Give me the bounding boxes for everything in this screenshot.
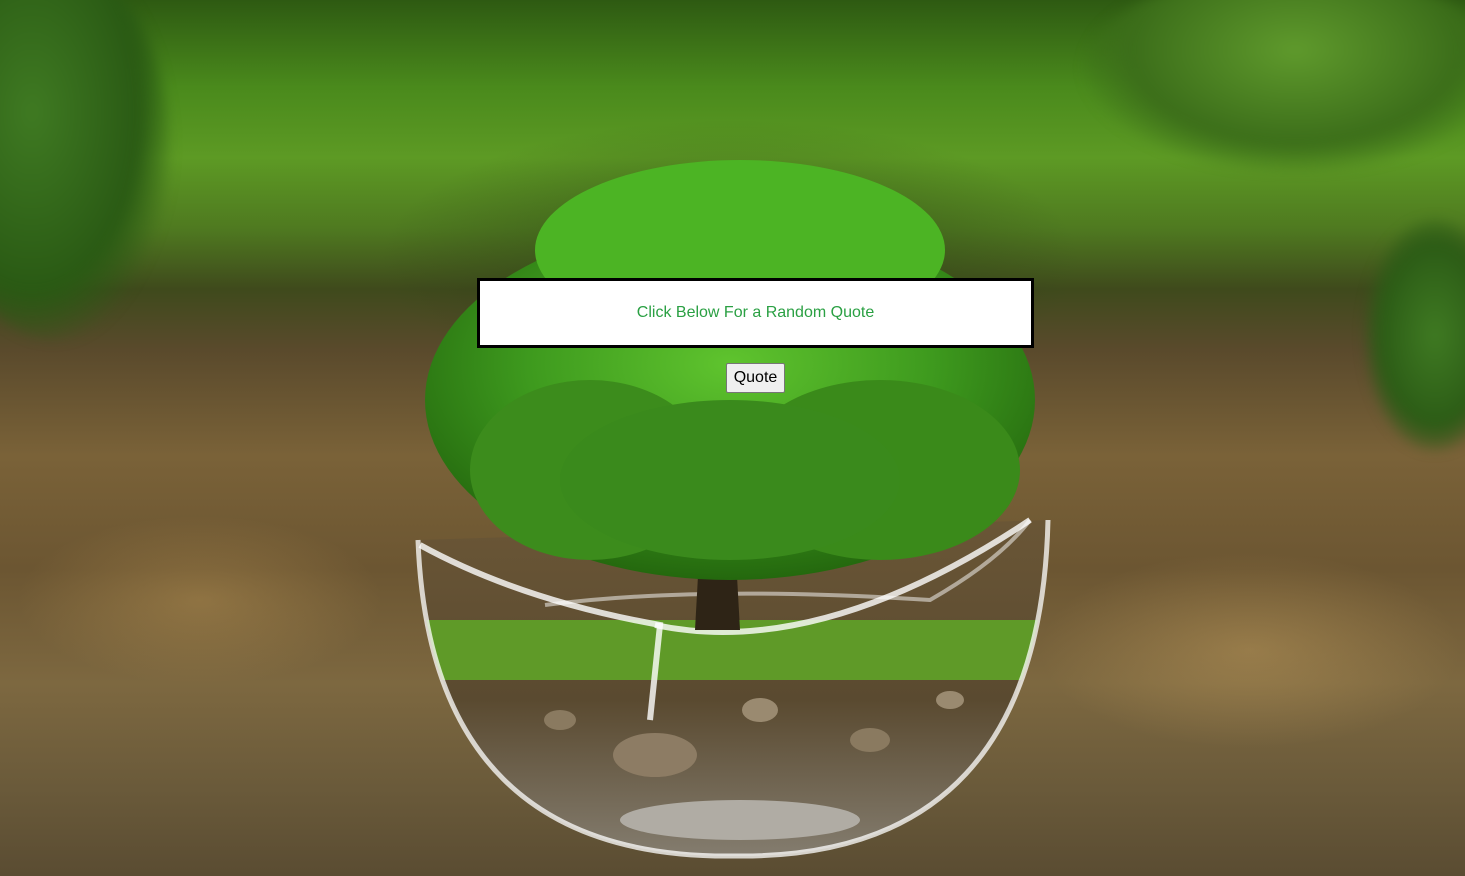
quote-text: Click Below For a Random Quote xyxy=(636,304,875,321)
tree-in-glass-sphere-image xyxy=(415,160,1051,859)
quote-box: Click Below For a Random Quote xyxy=(477,278,1034,348)
quote-button[interactable]: Quote xyxy=(726,363,785,393)
page-background: Click Below For a Random Quote Quote xyxy=(0,0,1465,876)
